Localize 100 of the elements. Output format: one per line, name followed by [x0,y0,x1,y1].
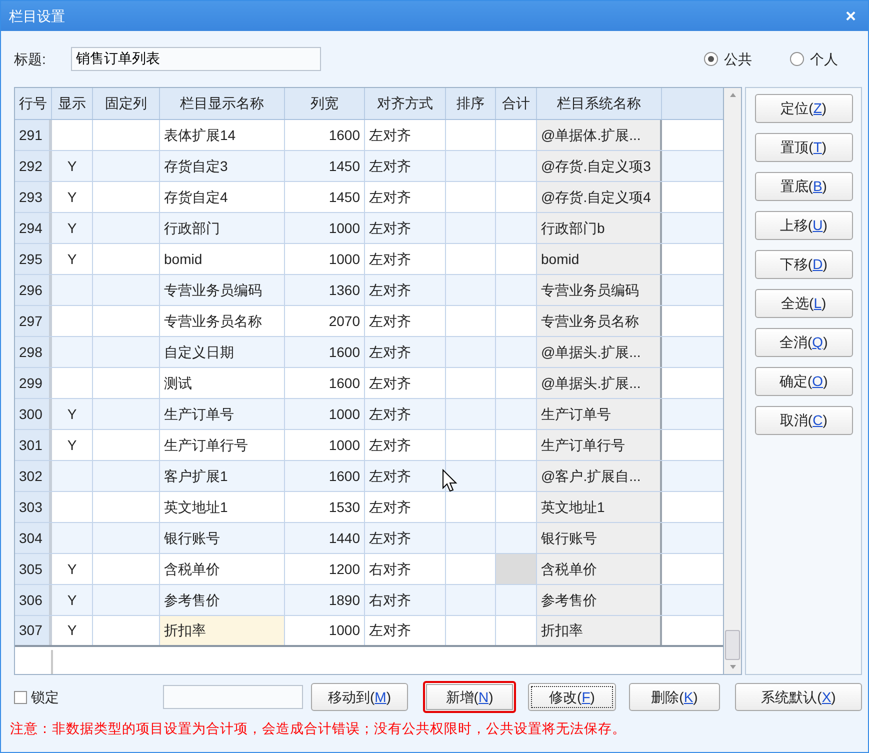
row-number: 295 [15,244,52,274]
table-cell: bomid [160,244,285,274]
row-number: 299 [15,368,52,398]
side-button[interactable]: 下移(D) [754,250,853,279]
table-cell: @客户.扩展自... [537,461,662,491]
action-button[interactable]: 删除(K) [629,683,720,711]
table-cell: 银行账号 [537,523,662,553]
table-cell: 1000 [285,616,365,645]
action-button[interactable]: 系统默认(X) [735,683,862,711]
table-cell: Y [52,244,93,274]
table-cell: 生产订单行号 [537,430,662,460]
row-number: 298 [15,337,52,367]
table-cell: 专营业务员编码 [537,275,662,305]
table-cell: 含税单价 [537,554,662,584]
table-cell: 左对齐 [365,523,446,553]
column-header[interactable]: 栏目显示名称 [160,88,285,119]
table-cell: bomid [537,244,662,274]
table-cell: 左对齐 [365,244,446,274]
radio-label: 公共 [724,50,752,68]
table-cell: 2070 [285,306,365,336]
scroll-thumb[interactable] [725,630,740,660]
side-button[interactable]: 取消(C) [754,406,853,435]
table-cell: 专营业务员名称 [160,306,285,336]
table-cell: @存货.自定义项4 [537,182,662,212]
table-cell: 左对齐 [365,306,446,336]
table-cell: 左对齐 [365,182,446,212]
column-header[interactable]: 合计 [496,88,537,119]
table-cell: Y [52,151,93,181]
side-button[interactable]: 全选(L) [754,289,853,318]
radio-button[interactable] [790,52,804,66]
table-cell: 客户扩展1 [160,461,285,491]
table-cell: 生产订单号 [160,399,285,429]
table-cell: 存货自定4 [160,182,285,212]
table-cell: 英文地址1 [537,492,662,522]
side-button[interactable]: 上移(U) [754,211,853,240]
table-cell: 右对齐 [365,585,446,615]
column-header[interactable]: 排序 [446,88,496,119]
column-header[interactable]: 行号 [15,88,52,119]
side-button[interactable]: 置顶(T) [754,133,853,162]
table-cell: 折扣率 [537,616,662,645]
table-cell: 左对齐 [365,275,446,305]
lock-checkbox[interactable] [14,690,27,704]
table-cell: 1600 [285,337,365,367]
side-button[interactable]: 确定(O) [754,367,853,396]
radio-label: 个人 [810,50,838,68]
row-number: 304 [15,523,52,553]
column-header[interactable]: 对齐方式 [365,88,446,119]
lock-label: 锁定 [31,688,59,706]
row-number: 294 [15,213,52,243]
action-button[interactable]: 新增(N) [423,681,516,713]
row-number: 293 [15,182,52,212]
table-cell: 1440 [285,523,365,553]
table-cell: 1530 [285,492,365,522]
side-button[interactable]: 定位(Z) [754,94,853,123]
table-cell: 左对齐 [365,399,446,429]
table-cell: 英文地址1 [160,492,285,522]
row-number: 296 [15,275,52,305]
table-cell: 左对齐 [365,430,446,460]
table-cell: Y [52,213,93,243]
table-cell: 左对齐 [365,616,446,645]
table-cell: Y [52,616,93,645]
table-cell: 1600 [285,368,365,398]
row-number: 300 [15,399,52,429]
action-button[interactable]: 修改(F) [528,683,616,711]
table-cell: Y [52,182,93,212]
table-cell: 1360 [285,275,365,305]
column-header[interactable]: 固定列 [93,88,160,119]
table-cell: 1000 [285,213,365,243]
scrollbar[interactable] [724,87,742,675]
table-cell: 1000 [285,430,365,460]
table-cell: @存货.自定义项3 [537,151,662,181]
table-cell: 1200 [285,554,365,584]
title-field[interactable]: 销售订单列表 [71,47,321,71]
side-button[interactable]: 全消(Q) [754,328,853,357]
warning-note: 注意：非数据类型的项目设置为合计项，会造成合计错误；没有公共权限时，公共设置将无法保存。 [9,720,627,738]
row-number: 306 [15,585,52,615]
column-header[interactable]: 列宽 [285,88,365,119]
radio-button[interactable] [704,52,718,66]
table-cell: 表体扩展14 [160,120,285,150]
table-cell: Y [52,585,93,615]
table-cell: 存货自定3 [160,151,285,181]
side-button[interactable]: 置底(B) [754,172,853,201]
table-cell: 1000 [285,399,365,429]
table-cell: @单据头.扩展... [537,368,662,398]
action-button[interactable]: 移动到(M) [311,683,408,711]
move-target-field[interactable] [162,685,303,709]
table-cell: 测试 [160,368,285,398]
table-cell: 行政部门 [160,213,285,243]
table-cell: 参考售价 [160,585,285,615]
row-number: 307 [15,616,52,645]
table-cell: 1600 [285,461,365,491]
table-cell: Y [52,430,93,460]
column-header[interactable]: 显示 [52,88,93,119]
table-cell: 左对齐 [365,151,446,181]
table-cell: 专营业务员名称 [537,306,662,336]
column-header[interactable]: 栏目系统名称 [537,88,662,119]
table-cell: 左对齐 [365,492,446,522]
table-cell: Y [52,399,93,429]
table-cell: 行政部门b [537,213,662,243]
table-cell: 专营业务员编码 [160,275,285,305]
